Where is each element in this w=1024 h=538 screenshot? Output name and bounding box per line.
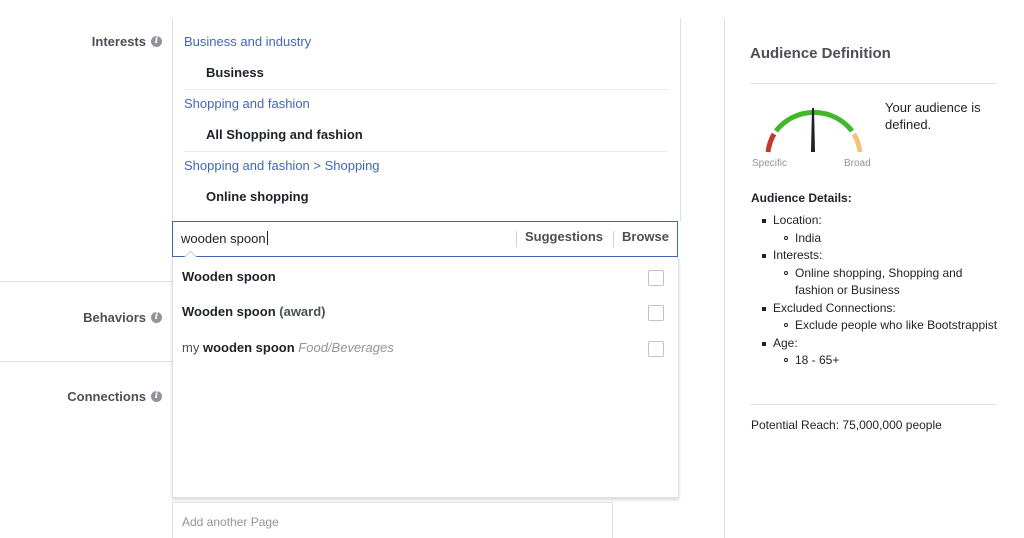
- list-item: Exclude people who like Bootstrappist: [751, 317, 1001, 335]
- audience-definition-title: Audience Definition: [750, 45, 891, 62]
- divider: [516, 231, 517, 247]
- list-item: Online shopping, Shopping and fashion or…: [751, 265, 1001, 300]
- list-item: Excluded Connections:: [751, 300, 1001, 318]
- gauge-broad-segment: [851, 132, 863, 153]
- interest-search-input[interactable]: wooden spoon Suggestions Browse: [172, 221, 678, 267]
- result-checkbox[interactable]: [648, 341, 664, 357]
- divider: [184, 89, 668, 90]
- interests-label: Interests i: [92, 34, 162, 49]
- result-checkbox[interactable]: [648, 305, 664, 321]
- column-divider: [724, 18, 725, 538]
- gauge-specific-label: Specific: [752, 158, 788, 169]
- potential-reach: Potential Reach: 75,000,000 people: [751, 418, 942, 432]
- audience-gauge: [765, 108, 863, 153]
- list-item: 18 - 65+: [751, 352, 1001, 370]
- browse-button[interactable]: Browse: [622, 229, 669, 244]
- list-item: Location:: [751, 212, 1001, 230]
- gauge-specific-segment: [765, 132, 777, 153]
- selected-interests-panel: Business and industry Business Shopping …: [172, 18, 681, 221]
- interest-item[interactable]: Business: [206, 65, 264, 80]
- connections-label: Connections i: [67, 389, 162, 404]
- add-page-input[interactable]: Add another Page: [172, 502, 613, 538]
- interest-item[interactable]: Online shopping: [206, 189, 309, 204]
- list-item: India: [751, 230, 1001, 248]
- divider: [750, 83, 996, 84]
- behaviors-label: Behaviors i: [83, 310, 162, 325]
- info-icon[interactable]: i: [151, 312, 162, 323]
- list-item: Interests:: [751, 247, 1001, 265]
- divider: [184, 151, 668, 152]
- audience-details-list: Location: India Interests: Online shoppi…: [751, 212, 1001, 370]
- interest-category-link[interactable]: Business and industry: [184, 34, 311, 49]
- list-item[interactable]: my wooden spoon Food/Beverages: [182, 340, 394, 355]
- interest-category-link[interactable]: Shopping and fashion > Shopping: [184, 158, 380, 173]
- search-value[interactable]: wooden spoon: [181, 231, 268, 246]
- list-item: Age:: [751, 335, 1001, 353]
- audience-status: Your audience is defined.: [885, 100, 981, 132]
- audience-details-title: Audience Details:: [751, 191, 852, 205]
- divider: [750, 404, 996, 405]
- result-checkbox[interactable]: [648, 270, 664, 286]
- list-item[interactable]: Wooden spoon (award): [182, 304, 326, 319]
- row-divider: [0, 361, 172, 362]
- info-icon[interactable]: i: [151, 391, 162, 402]
- search-results-dropdown: Wooden spoon Wooden spoon (award) my woo…: [172, 257, 679, 498]
- interest-item[interactable]: All Shopping and fashion: [206, 127, 363, 142]
- row-divider: [0, 281, 172, 282]
- interest-category-link[interactable]: Shopping and fashion: [184, 96, 310, 111]
- gauge-broad-label: Broad: [844, 158, 871, 169]
- divider: [613, 231, 614, 247]
- suggestions-button[interactable]: Suggestions: [525, 229, 603, 244]
- list-item[interactable]: Wooden spoon: [182, 269, 276, 284]
- info-icon[interactable]: i: [151, 36, 162, 47]
